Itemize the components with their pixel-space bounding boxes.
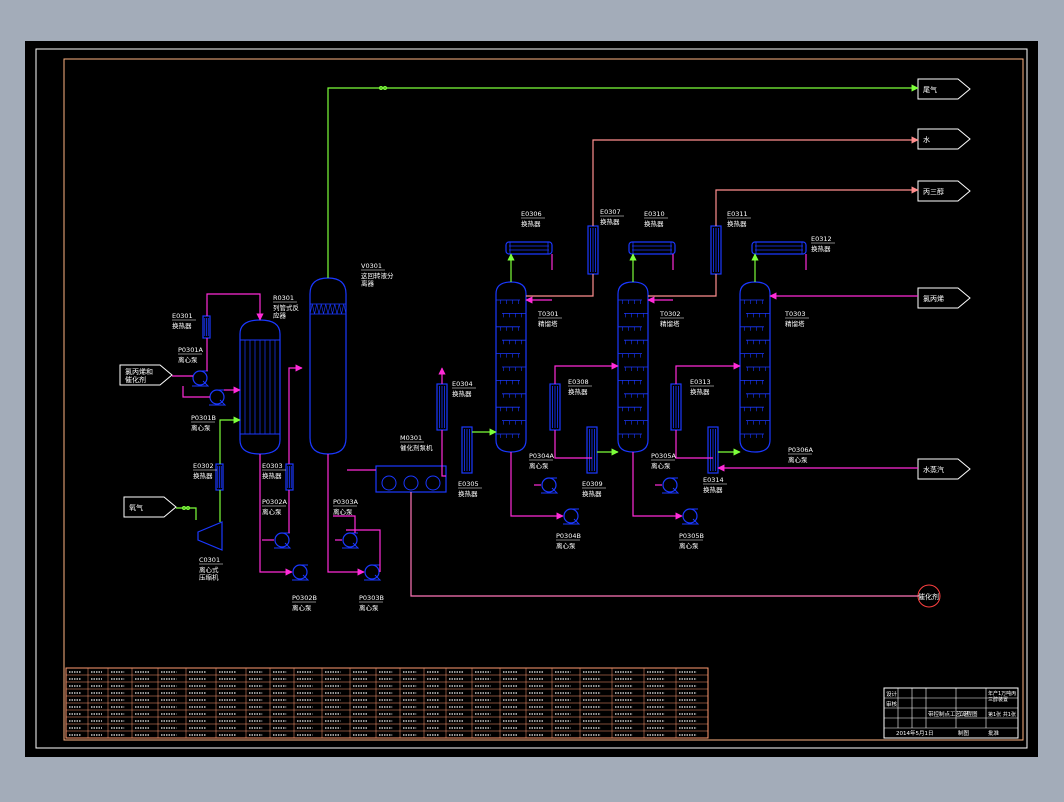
equipment-name: 换热器 xyxy=(644,219,664,228)
equipment-name: 离心泵 xyxy=(679,541,699,550)
equipment-name: 换热器 xyxy=(703,485,723,494)
equipment-name: 换热器 xyxy=(458,489,478,498)
equipment-name: 离心式压缩机 xyxy=(199,565,219,582)
equipment-tag: P0301A xyxy=(178,346,203,354)
equipment-tag: E0307 xyxy=(600,208,621,216)
stream-label: 水蒸汽 xyxy=(923,465,944,474)
drawing-canvas xyxy=(25,41,1038,757)
title-approved: 批准 xyxy=(988,729,1000,737)
title-date: 2014年5月1日 xyxy=(896,729,934,737)
equipment-name: 换热器 xyxy=(262,471,282,480)
equipment-name: 离心泵 xyxy=(788,455,808,464)
equipment-name: 换热器 xyxy=(521,219,541,228)
equipment-tag: P0304B xyxy=(556,532,581,540)
title-sheet: 工艺 xyxy=(958,711,970,718)
equipment-tag: E0312 xyxy=(811,235,832,243)
title-drawn: 制图 xyxy=(958,729,970,737)
equipment-tag: E0301 xyxy=(172,312,193,320)
equipment-name: 换热器 xyxy=(568,387,588,396)
equipment-tag: E0313 xyxy=(690,378,711,386)
equipment-tag: P0305B xyxy=(679,532,704,540)
equipment-name: 换热器 xyxy=(727,219,747,228)
equipment-tag: P0303B xyxy=(359,594,384,602)
equipment-tag: T0301 xyxy=(537,310,559,318)
equipment-tag: P0304A xyxy=(529,452,554,460)
equipment-name: 催化剂泵机 xyxy=(400,443,433,452)
equipment-tag: R0301 xyxy=(273,294,294,302)
equipment-name: 换热器 xyxy=(600,217,620,226)
stream-label: 尾气 xyxy=(923,85,937,94)
equipment-name: 离心泵 xyxy=(178,355,198,364)
stream-label: 氧气 xyxy=(129,503,143,512)
equipment-tag: P0305A xyxy=(651,452,676,460)
equipment-name: 换热器 xyxy=(172,321,192,330)
equipment-tag: P0301B xyxy=(191,414,216,422)
equipment-tag: E0309 xyxy=(582,480,603,488)
equipment-name: 离心泵 xyxy=(529,461,549,470)
title-designer: 设计 xyxy=(886,690,898,698)
equipment-tag: E0305 xyxy=(458,480,479,488)
cad-viewport: 尾气水丙三醇 氯丙烯 氯丙烯和催化剂 氧气 水蒸汽 催化剂 E0301 换热器 P0301A 离… xyxy=(0,0,1064,798)
equipment-name: 精馏塔 xyxy=(785,319,805,328)
equipment-tag: E0308 xyxy=(568,378,589,386)
equipment-tag: E0302 xyxy=(193,462,214,470)
equipment-name: 换热器 xyxy=(452,389,472,398)
equipment-tag: E0306 xyxy=(521,210,542,218)
title-drawing-name: 带控制点工艺流程图 xyxy=(928,710,978,718)
equipment-name: 换热器 xyxy=(193,471,213,480)
equipment-tag: P0302A xyxy=(262,498,287,506)
stream-label: 水 xyxy=(923,135,930,144)
equipment-name: 离心泵 xyxy=(651,461,671,470)
equipment-tag: E0311 xyxy=(727,210,748,218)
equipment-tag: C0301 xyxy=(199,556,220,564)
stream-label: 丙三醇 xyxy=(923,187,944,196)
equipment-name: 换热器 xyxy=(582,489,602,498)
equipment-tag: P0302B xyxy=(292,594,317,602)
stream-label: 催化剂 xyxy=(918,592,939,601)
equipment-name: 换热器 xyxy=(811,244,831,253)
equipment-name: 离心泵 xyxy=(333,507,353,516)
equipment-name: 精馏塔 xyxy=(660,319,680,328)
title-checker: 审核 xyxy=(886,700,898,708)
equipment-name: 离心泵 xyxy=(262,507,282,516)
equipment-name: 换热器 xyxy=(690,387,710,396)
equipment-tag: T0302 xyxy=(659,310,681,318)
process-flow-diagram: 尾气水丙三醇氯丙烯氯丙烯和催化剂氧气水蒸汽催化剂 E0301换热器P0301A离… xyxy=(25,41,1038,757)
equipment-name: 精馏塔 xyxy=(538,319,558,328)
equipment-name: 离心泵 xyxy=(191,423,211,432)
equipment-tag: E0303 xyxy=(262,462,283,470)
equipment-name: 离心泵 xyxy=(359,603,379,612)
equipment-name: 离心泵 xyxy=(556,541,576,550)
equipment-tag: E0314 xyxy=(703,476,724,484)
equipment-tag: E0304 xyxy=(452,380,473,388)
title-scale: 第1张 共1张 xyxy=(988,711,1016,718)
equipment-name: 离心泵 xyxy=(292,603,312,612)
equipment-tag: M0301 xyxy=(400,434,422,442)
equipment-tag: E0310 xyxy=(644,210,665,218)
equipment-tag: V0301 xyxy=(361,262,382,270)
equipment-tag: P0303A xyxy=(333,498,358,506)
equipment-tag: T0303 xyxy=(784,310,806,318)
equipment-tag: P0306A xyxy=(788,446,813,454)
stream-label: 氯丙烯 xyxy=(923,294,944,303)
